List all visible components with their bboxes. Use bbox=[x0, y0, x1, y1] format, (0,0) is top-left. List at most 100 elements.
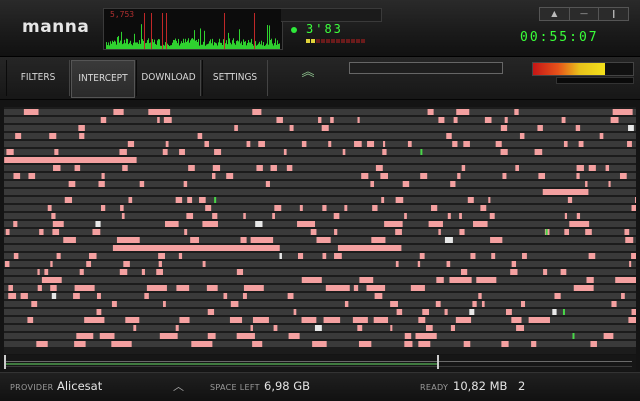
intercept-segment[interactable] bbox=[207, 309, 215, 315]
intercept-segment[interactable] bbox=[627, 141, 632, 147]
intercept-segment[interactable] bbox=[334, 229, 338, 235]
intercept-segment[interactable] bbox=[23, 109, 39, 115]
intercept-segment[interactable] bbox=[243, 213, 246, 219]
intercept-segment[interactable] bbox=[100, 205, 106, 211]
intercept-segment[interactable] bbox=[56, 253, 61, 259]
intercept-segment[interactable] bbox=[289, 125, 294, 131]
intercept-segment[interactable] bbox=[446, 261, 451, 267]
intercept-segment[interactable] bbox=[380, 173, 388, 179]
intercept-segment[interactable] bbox=[133, 325, 137, 331]
intercept-segment[interactable] bbox=[519, 133, 525, 139]
intercept-segment[interactable] bbox=[381, 197, 385, 203]
intercept-segment[interactable] bbox=[354, 141, 362, 147]
intercept-segment[interactable] bbox=[212, 213, 218, 219]
intercept-segment[interactable] bbox=[273, 325, 278, 331]
chevron-up-icon[interactable]: ︿ bbox=[173, 378, 184, 394]
intercept-segment[interactable] bbox=[449, 277, 472, 283]
intercept-segment[interactable] bbox=[272, 213, 275, 219]
intercept-segment[interactable] bbox=[561, 117, 566, 123]
intercept-segment[interactable] bbox=[144, 293, 149, 299]
intercept-segment[interactable] bbox=[101, 173, 105, 179]
intercept-segment[interactable] bbox=[74, 165, 81, 171]
intercept-segment[interactable] bbox=[13, 221, 18, 227]
intercept-segment[interactable] bbox=[564, 229, 570, 235]
intercept-segment[interactable] bbox=[461, 165, 466, 171]
intercept-segment[interactable] bbox=[452, 141, 458, 147]
intercept-segment[interactable] bbox=[51, 293, 57, 299]
intercept-segment[interactable] bbox=[178, 253, 183, 259]
intercept-segment[interactable] bbox=[158, 261, 162, 267]
intercept-segment[interactable] bbox=[538, 173, 546, 179]
intercept-segment[interactable] bbox=[51, 213, 56, 219]
intercept-segment[interactable] bbox=[576, 165, 584, 171]
intercept-segment[interactable] bbox=[183, 181, 188, 187]
intercept-segment[interactable] bbox=[438, 117, 445, 123]
intercept-segment[interactable] bbox=[95, 221, 101, 227]
intercept-segment[interactable] bbox=[534, 149, 543, 155]
intercept-segment[interactable] bbox=[318, 117, 322, 123]
intercept-segment[interactable] bbox=[223, 293, 228, 299]
intercept-segment[interactable] bbox=[96, 293, 101, 299]
intercept-segment[interactable] bbox=[50, 261, 53, 267]
intercept-segment[interactable] bbox=[301, 277, 322, 283]
intercept-segment[interactable] bbox=[148, 109, 171, 115]
intercept-segment[interactable] bbox=[480, 205, 487, 211]
intercept-segment[interactable] bbox=[113, 109, 124, 115]
intercept-segment[interactable] bbox=[78, 125, 85, 131]
intercept-segment[interactable] bbox=[585, 181, 588, 187]
intercept-segment[interactable] bbox=[191, 341, 213, 347]
intercept-segment[interactable] bbox=[484, 117, 492, 123]
intercept-segment[interactable] bbox=[127, 141, 135, 147]
intercept-segment[interactable] bbox=[444, 237, 453, 243]
intercept-segment[interactable] bbox=[504, 117, 508, 123]
intercept-segment[interactable] bbox=[37, 285, 42, 291]
intercept-segment[interactable] bbox=[74, 285, 95, 291]
intercept-segment[interactable] bbox=[279, 253, 282, 259]
intercept-segment[interactable] bbox=[455, 317, 472, 323]
intercept-segment[interactable] bbox=[459, 213, 462, 219]
intercept-segment[interactable] bbox=[476, 277, 497, 283]
tab-filters[interactable]: FILTERS bbox=[6, 60, 70, 96]
intercept-segment[interactable] bbox=[511, 317, 522, 323]
intercept-segment[interactable] bbox=[52, 229, 60, 235]
intercept-segment[interactable] bbox=[612, 109, 633, 115]
intercept-segment[interactable] bbox=[588, 165, 596, 171]
intercept-segment[interactable] bbox=[371, 237, 386, 243]
intercept-segment[interactable] bbox=[590, 341, 597, 347]
intercept-segment[interactable] bbox=[316, 237, 331, 243]
intercept-segment[interactable] bbox=[111, 341, 132, 347]
tab-settings[interactable]: SETTINGS bbox=[202, 60, 268, 96]
intercept-segment[interactable] bbox=[447, 213, 451, 219]
intercept-segment[interactable] bbox=[373, 317, 389, 323]
progress-slider[interactable] bbox=[349, 62, 503, 74]
intercept-segment[interactable] bbox=[396, 309, 403, 315]
intercept-segment[interactable] bbox=[624, 229, 630, 235]
intercept-segment[interactable] bbox=[463, 141, 470, 147]
intercept-segment[interactable] bbox=[470, 253, 476, 259]
intercept-segment[interactable] bbox=[578, 141, 584, 147]
intercept-segment[interactable] bbox=[516, 325, 525, 331]
intercept-segment[interactable] bbox=[13, 253, 19, 259]
intercept-segment[interactable] bbox=[123, 261, 130, 267]
intercept-segment[interactable] bbox=[322, 205, 327, 211]
intercept-segment[interactable] bbox=[395, 261, 399, 267]
intercept-segment[interactable] bbox=[41, 277, 62, 283]
intercept-segment[interactable] bbox=[352, 317, 368, 323]
intercept-segment[interactable] bbox=[384, 221, 403, 227]
intercept-segment[interactable] bbox=[520, 301, 526, 307]
intercept-segment[interactable] bbox=[229, 317, 243, 323]
intercept-segment[interactable] bbox=[288, 333, 300, 339]
intercept-segment[interactable] bbox=[226, 173, 234, 179]
intercept-segment[interactable] bbox=[236, 269, 244, 275]
intercept-segment[interactable] bbox=[333, 213, 340, 219]
intercept-segment[interactable] bbox=[543, 269, 548, 275]
intercept-segment[interactable] bbox=[20, 293, 28, 299]
intercept-segment[interactable] bbox=[444, 309, 448, 315]
intercept-segment[interactable] bbox=[489, 213, 495, 219]
intercept-segment[interactable] bbox=[491, 253, 496, 259]
intercept-segment[interactable] bbox=[116, 237, 140, 243]
intercept-segment[interactable] bbox=[28, 173, 36, 179]
intercept-segment[interactable] bbox=[500, 149, 508, 155]
intercept-segment[interactable] bbox=[234, 125, 238, 131]
intercept-segment[interactable] bbox=[141, 269, 145, 275]
